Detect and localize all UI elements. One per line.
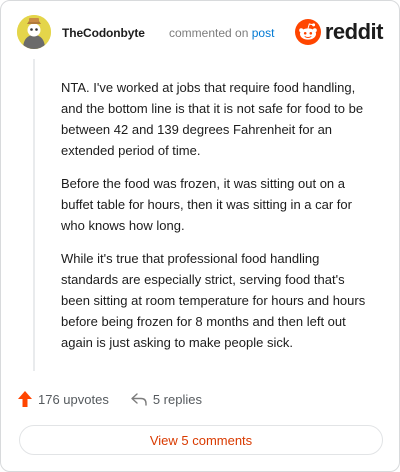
reddit-logo-icon (294, 19, 321, 45)
comment-paragraph: NTA. I've worked at jobs that require fo… (61, 80, 364, 158)
view-comments-button[interactable]: View 5 comments (19, 425, 383, 455)
user-avatar[interactable] (17, 15, 51, 49)
comment-header: TheCodonbyte commented on post reddit (17, 15, 384, 51)
thread-line (33, 59, 35, 371)
avatar-icon (17, 15, 51, 49)
reply-count: 5 replies (152, 391, 202, 407)
reddit-wordmark: reddit (324, 19, 384, 44)
comment-meta: commented on post (169, 26, 274, 40)
comment-action-text: commented on (169, 26, 249, 40)
comment-actions: 176 upvotes 5 replies (18, 389, 202, 409)
comment-body: NTA. I've worked at jobs that require fo… (61, 77, 377, 365)
upvote-arrow-icon (18, 391, 32, 407)
reddit-brand[interactable]: reddit (294, 19, 384, 45)
upvote-count: 176 upvotes (38, 391, 109, 407)
comment-paragraph: Before the food was frozen, it was sitti… (61, 176, 352, 233)
upvote-button[interactable]: 176 upvotes (18, 391, 109, 407)
comment-author[interactable]: TheCodonbyte (62, 26, 145, 40)
reply-arrow-icon (131, 393, 147, 406)
comment-card: TheCodonbyte commented on post reddit NT… (0, 0, 400, 472)
comment-paragraph: While it's true that professional food h… (61, 251, 366, 350)
reply-button[interactable]: 5 replies (131, 392, 202, 407)
post-link[interactable]: post (252, 26, 275, 40)
